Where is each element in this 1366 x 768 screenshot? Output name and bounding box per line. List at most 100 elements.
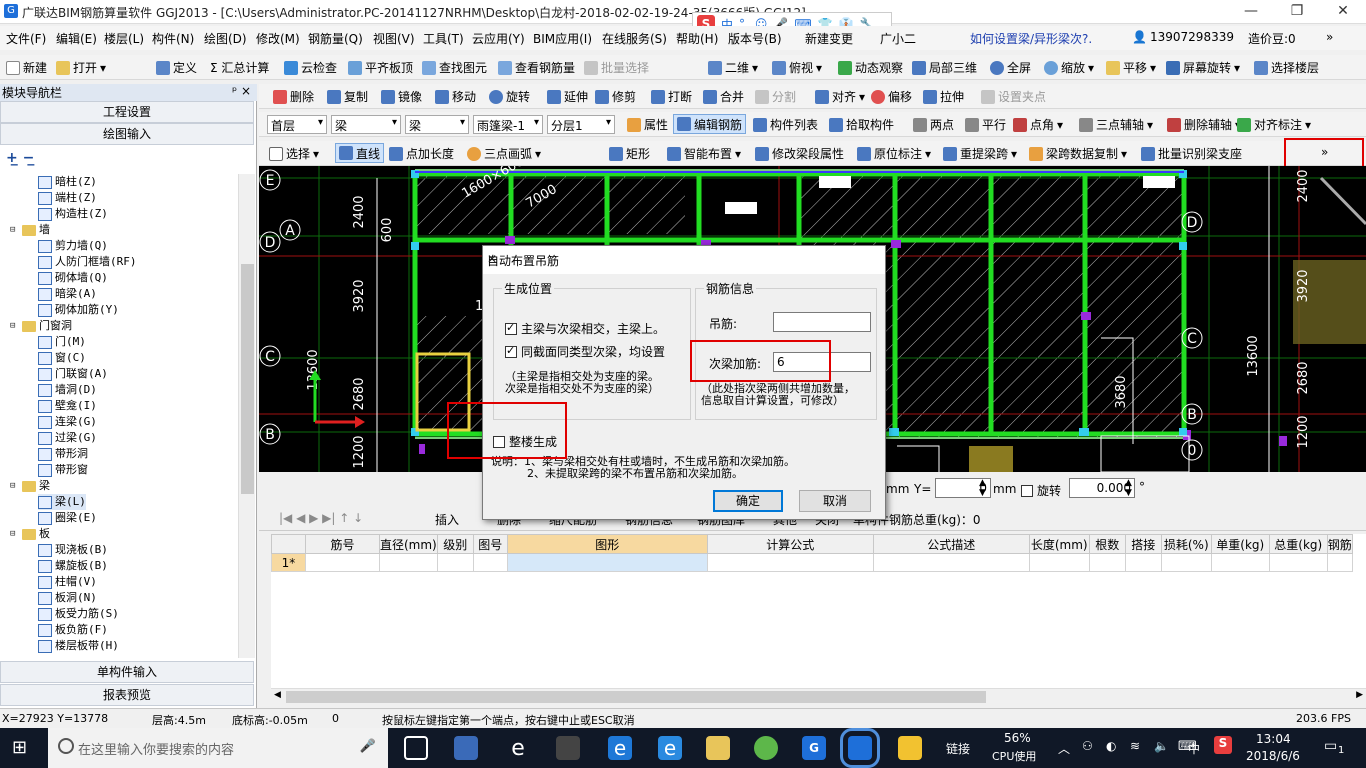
notification-icon[interactable]: ▭ xyxy=(1324,738,1337,754)
break-button[interactable]: 打断 xyxy=(651,88,692,105)
tray-sogou-icon[interactable]: S xyxy=(1214,736,1232,754)
col-rebar[interactable]: 钢筋 xyxy=(1326,534,1353,554)
merge-button[interactable]: 合并 xyxy=(703,88,744,105)
tree-item[interactable]: 板受力筋(S) xyxy=(38,606,119,622)
menu-rebar-qty[interactable]: 钢筋量(Q) xyxy=(308,30,363,47)
menu-version[interactable]: 版本号(B) xyxy=(728,30,782,47)
cell-length[interactable] xyxy=(1028,553,1090,572)
tree-item[interactable]: 板负筋(F) xyxy=(38,622,108,638)
calculate-button[interactable]: Σ 汇总计算 xyxy=(210,59,269,76)
app-fan-icon[interactable] xyxy=(454,736,478,760)
close-button[interactable]: ✕ xyxy=(1320,0,1366,24)
tray-network-icon[interactable]: ◐ xyxy=(1106,739,1116,753)
glodon-g-icon[interactable]: G xyxy=(802,736,826,760)
tray-user-icon[interactable]: ⚇ xyxy=(1082,739,1093,753)
cell-bar-no[interactable] xyxy=(305,553,380,572)
insert-button[interactable]: 插入 xyxy=(435,511,459,528)
offset-button[interactable]: 偏移 xyxy=(871,88,912,105)
tree-item[interactable]: 过梁(G) xyxy=(38,430,97,446)
view-rebar-button[interactable]: 查看钢筋量 xyxy=(498,59,575,76)
ok-button[interactable]: 确定 xyxy=(713,490,783,512)
taskbar-search[interactable]: 在这里输入你要搜索的内容 🎤 xyxy=(48,728,388,768)
col-shape[interactable]: 图形 xyxy=(506,534,708,554)
tree-item[interactable]: 带形洞 xyxy=(38,446,88,462)
tree-item[interactable]: 暗梁(A) xyxy=(38,286,97,302)
delete-button[interactable]: 删除 xyxy=(273,88,314,105)
tree-item[interactable]: 门联窗(A) xyxy=(38,366,108,382)
tree-item[interactable]: 门(M) xyxy=(38,334,86,350)
tree-item[interactable]: 构造柱(Z) xyxy=(38,206,108,222)
view-2d-select[interactable]: 二维 ▾ xyxy=(708,59,758,76)
col-length[interactable]: 长度(mm) xyxy=(1028,534,1090,554)
tree-item[interactable]: 楼层板带(H) xyxy=(38,638,119,654)
menu-floor[interactable]: 楼层(L) xyxy=(104,30,144,47)
top-view-select[interactable]: 俯视 ▾ xyxy=(772,59,822,76)
single-element-input-button[interactable]: 单构件输入 xyxy=(0,661,254,683)
three-point-arc-button[interactable]: 三点画弧 ▾ xyxy=(467,145,541,162)
delete-axis-button[interactable]: 删除辅轴 ▾ xyxy=(1167,116,1241,133)
col-shape-no[interactable]: 图号 xyxy=(472,534,508,554)
y-spinner-icon[interactable]: ▲ ▼ xyxy=(979,478,986,498)
cell-shape[interactable] xyxy=(506,553,708,572)
rebar-grid[interactable]: 筋号 直径(mm) 级别 图号 图形 计算公式 公式描述 长度(mm) 根数 搭… xyxy=(271,534,1366,688)
cell-formula[interactable] xyxy=(706,553,874,572)
tree-folder[interactable]: ⊟ 墙 xyxy=(10,222,50,238)
collapse-icon[interactable]: ⊟ xyxy=(10,478,19,494)
tree-item[interactable]: 暗柱(Z) xyxy=(38,174,97,190)
windows-start-icon[interactable]: ⊞ xyxy=(12,737,27,758)
app-spiral-icon[interactable] xyxy=(556,736,580,760)
col-formula-desc[interactable]: 公式描述 xyxy=(872,534,1030,554)
menu-online[interactable]: 在线服务(S) xyxy=(602,30,667,47)
define-button[interactable]: 定义 xyxy=(156,59,197,76)
file-explorer-icon[interactable] xyxy=(706,736,730,760)
cell-total-weight[interactable] xyxy=(1268,553,1328,572)
cell-unit-weight[interactable] xyxy=(1210,553,1270,572)
col-unit-weight[interactable]: 单重(kg) xyxy=(1210,534,1270,554)
collapse-icon[interactable]: ⊟ xyxy=(10,526,19,542)
tree-folder[interactable]: ⊟ 板 xyxy=(10,526,50,542)
clock-time[interactable]: 13:04 xyxy=(1256,732,1291,746)
tree-item[interactable]: 螺旋板(B) xyxy=(38,558,108,574)
taskbar-link[interactable]: 链接 xyxy=(946,740,970,757)
fullscreen-button[interactable]: 全屏 xyxy=(990,59,1031,76)
find-element-button[interactable]: 查找图元 xyxy=(422,59,487,76)
batch-select-button[interactable]: 批量选择 xyxy=(584,59,649,76)
collapse-icon[interactable]: ⊟ xyxy=(10,222,19,238)
collapse-icon[interactable]: ⊟ xyxy=(10,318,19,334)
tree-item[interactable]: 圈梁(E) xyxy=(38,510,97,526)
tray-wifi-icon[interactable]: ≋ xyxy=(1130,739,1140,753)
cell-rebar[interactable] xyxy=(1326,553,1353,572)
nav-first-icon[interactable]: |◀ ◀ ▶ ▶| ↑ ↓ xyxy=(279,511,363,525)
cell-count[interactable] xyxy=(1088,553,1126,572)
menu-view[interactable]: 视图(V) xyxy=(373,30,415,47)
col-formula[interactable]: 计算公式 xyxy=(706,534,874,554)
col-count[interactable]: 根数 xyxy=(1088,534,1126,554)
main-beam-checkbox[interactable]: 主梁与次梁相交，主梁上。 xyxy=(505,320,665,337)
cell-lap[interactable] xyxy=(1124,553,1162,572)
dialog-title-bar[interactable]: 自动布置吊筋 ✕ xyxy=(483,246,885,274)
cancel-button[interactable]: 取消 xyxy=(799,490,871,512)
col-loss[interactable]: 损耗(%) xyxy=(1160,534,1212,554)
select-button[interactable]: 选择 ▾ xyxy=(269,145,319,162)
tree-item[interactable]: 连梁(G) xyxy=(38,414,97,430)
cell-grade[interactable] xyxy=(436,553,474,572)
rotate-checkbox-box[interactable] xyxy=(1021,484,1033,497)
menu-draw[interactable]: 绘图(D) xyxy=(204,30,247,47)
col-total-weight[interactable]: 总重(kg) xyxy=(1268,534,1328,554)
user-icon[interactable]: 👤 xyxy=(1132,30,1147,44)
tray-lang[interactable]: 中 xyxy=(1188,740,1200,757)
same-section-checkbox[interactable]: 同截面同类型次梁，均设置 xyxy=(505,343,665,360)
task-view-icon[interactable] xyxy=(404,736,428,760)
tree-item[interactable]: 板洞(N) xyxy=(38,590,97,606)
tree-item[interactable]: 带形窗 xyxy=(38,462,88,478)
rotate-checkbox[interactable]: 旋转 xyxy=(1021,482,1061,499)
element-name-select[interactable]: 雨篷梁-1 xyxy=(473,115,543,134)
dialog-close-icon[interactable]: ✕ xyxy=(487,252,877,266)
menu-edit[interactable]: 编辑(E) xyxy=(56,30,97,47)
point-angle-button[interactable]: 点角 ▾ xyxy=(1013,116,1063,133)
tree-item[interactable]: 端柱(Z) xyxy=(38,190,97,206)
edge-icon[interactable]: e xyxy=(608,736,632,760)
tray-chevron-icon[interactable]: ︿ xyxy=(1058,740,1070,757)
tree-item[interactable]: 梁(L) xyxy=(38,494,86,510)
stretch-button[interactable]: 拉伸 xyxy=(923,88,964,105)
